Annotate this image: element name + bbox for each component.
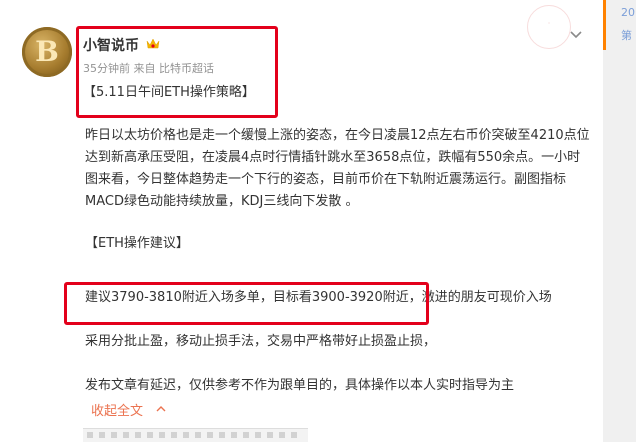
username[interactable]: 小智说币 (83, 35, 139, 55)
chevron-up-icon[interactable] (156, 405, 166, 412)
watermark-stamp: · (527, 5, 571, 49)
post-paragraph-1: 昨日以太坊价格也是走一个缓慢上涨的姿态，在今日凌晨12点左右币价突破至4210点… (85, 128, 590, 209)
post-paragraph-2: 【ETH操作建议】 (85, 236, 189, 251)
chevron-down-icon[interactable] (569, 30, 583, 40)
sidebar-text-2[interactable]: 第 (621, 27, 632, 43)
right-sidebar: 20 第 (603, 0, 636, 442)
post-headline: 【5.11日午间ETH操作策略】 (83, 85, 255, 100)
user-avatar[interactable]: B (22, 27, 72, 77)
post-paragraph-5: 发布文章有延迟，仅供参考不作为跟单目的，具体操作以本人实时指导为主 (85, 378, 515, 393)
bitcoin-logo-icon: B (35, 35, 59, 68)
sidebar-text-1[interactable]: 20 (621, 6, 635, 19)
post-paragraph-4: 采用分批止盈，移动止损手法，交易中严格带好止损盈止损， (85, 334, 437, 349)
attached-image-thumbnail[interactable] (83, 428, 308, 442)
collapse-button[interactable]: 收起全文 (91, 400, 143, 419)
post-paragraph-3: 建议3790-3810附近入场多单，目标看3900-3920附近，激进的朋友可现… (85, 290, 552, 305)
thumbnail-toolbar (87, 432, 297, 438)
sidebar-accent-bar (603, 0, 606, 50)
weibo-post-card: · B 小智说币 35分钟前 来自 比特币超话 【5.11日午间ETH操作策略】… (0, 0, 603, 442)
post-meta: 35分钟前 来自 比特币超话 (83, 62, 214, 75)
crown-badge-icon (146, 38, 160, 49)
